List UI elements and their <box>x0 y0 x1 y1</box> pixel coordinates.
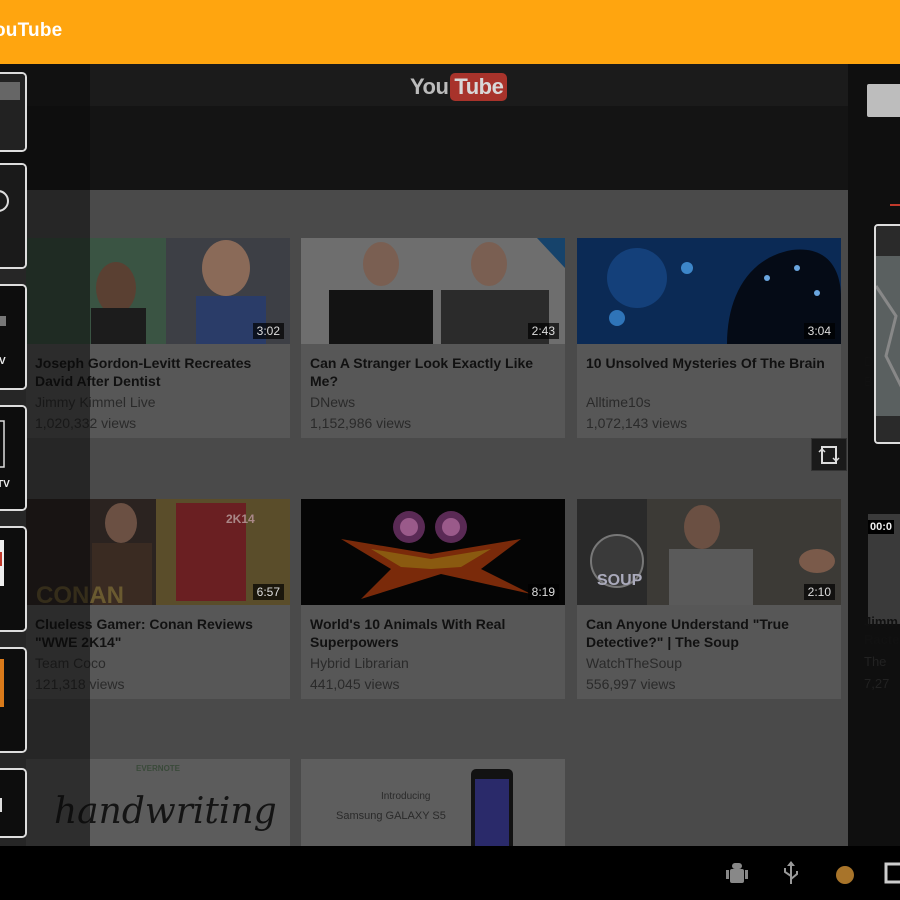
video-card[interactable]: Introducing Samsung GALAXY S5 <box>301 759 565 846</box>
notification-dot-icon[interactable] <box>834 862 856 888</box>
usb-icon <box>784 861 798 884</box>
video-title[interactable]: Can A Stranger Look Exactly Like Me? <box>310 354 556 390</box>
partial-text-5: The <box>864 654 887 669</box>
sidebar-item[interactable]: TV <box>0 405 27 511</box>
samsung-model-text: Samsung GALAXY S5 <box>336 810 446 822</box>
video-thumbnail[interactable]: 2:43 <box>301 238 565 344</box>
video-channel[interactable]: Hybrid Librarian <box>310 655 409 671</box>
sidebar-label-v: V <box>0 356 6 367</box>
right-panel: 00:0 D B Jimm Racte The 7,27 <box>848 64 900 846</box>
screenshot-icon[interactable] <box>882 860 900 886</box>
video-thumbnail[interactable]: SOUP 2:10 <box>577 499 841 605</box>
android-debug-icon <box>726 863 748 883</box>
sidebar-item[interactable] <box>0 647 27 753</box>
video-duration: 6:57 <box>252 584 284 600</box>
partial-video-thumbnail[interactable]: 00:0 <box>868 514 900 624</box>
app-switcher-sidebar: V TV <box>0 64 90 846</box>
video-title[interactable]: World's 10 Animals With Real Superpowers <box>310 615 556 651</box>
partial-text-4: Racte <box>864 632 900 647</box>
wwe-thumb-text: 2K14 <box>226 512 255 526</box>
search-button[interactable] <box>867 84 900 117</box>
video-card[interactable]: 8:19 World's 10 Animals With Real Superp… <box>301 499 565 699</box>
system-navigation-bar <box>0 846 900 900</box>
partial-duration: 00:0 <box>868 520 895 534</box>
partial-text-6: 7,27 <box>864 676 890 691</box>
video-title[interactable]: Can Anyone Understand "True Detective?" … <box>586 615 832 651</box>
sidebar-label-tv: TV <box>0 479 10 490</box>
partial-text-2: B <box>864 374 873 389</box>
video-duration: 3:02 <box>252 323 284 339</box>
evernote-brand: EVERNOTE <box>136 764 181 773</box>
rotate-screen-button[interactable] <box>811 438 847 471</box>
video-card[interactable]: 3:04 10 Unsolved Mysteries Of The Brain … <box>577 238 841 438</box>
sidebar-item[interactable] <box>0 768 27 838</box>
sidebar-item[interactable] <box>0 72 27 152</box>
video-channel[interactable]: WatchTheSoup <box>586 655 682 671</box>
sidebar-item[interactable] <box>0 163 27 269</box>
video-thumbnail[interactable]: 8:19 <box>301 499 565 605</box>
partial-text-3: Jimm <box>864 614 898 629</box>
video-thumbnail[interactable]: 3:04 <box>577 238 841 344</box>
app-title: ouTube <box>0 20 63 41</box>
active-indicator <box>890 204 900 206</box>
video-channel[interactable]: Alltime10s <box>586 394 651 410</box>
video-duration: 3:04 <box>803 323 835 339</box>
soup-thumb-text: SOUP <box>597 572 643 589</box>
video-duration: 8:19 <box>527 584 559 600</box>
youtube-app: You Tube 3:02 Joseph Gordon-Levitt Recre… <box>0 64 900 846</box>
video-duration: 2:43 <box>527 323 559 339</box>
sidebar-item[interactable]: V <box>0 284 27 390</box>
video-card[interactable]: SOUP 2:10 Can Anyone Understand "True De… <box>577 499 841 699</box>
video-views: 556,997 views <box>586 676 676 692</box>
youtube-header: You Tube <box>0 64 848 190</box>
video-views: 1,152,986 views <box>310 415 412 431</box>
video-feed[interactable]: 3:02 Joseph Gordon-Levitt Recreates Davi… <box>0 190 848 846</box>
app-title-bar: ouTube <box>0 0 900 64</box>
video-thumbnail[interactable]: Introducing Samsung GALAXY S5 <box>301 759 565 846</box>
video-duration: 2:10 <box>803 584 835 600</box>
video-channel[interactable]: DNews <box>310 394 355 410</box>
partial-text-1: D <box>864 354 874 369</box>
video-card[interactable]: 2:43 Can A Stranger Look Exactly Like Me… <box>301 238 565 438</box>
samsung-intro-text: Introducing <box>381 791 430 802</box>
video-title[interactable]: 10 Unsolved Mysteries Of The Brain <box>586 354 832 372</box>
sidebar-item[interactable] <box>0 526 27 632</box>
rotate-icon <box>818 445 840 464</box>
video-views: 1,072,143 views <box>586 415 688 431</box>
side-video-thumbnail[interactable] <box>874 224 900 444</box>
youtube-logo[interactable]: You Tube <box>410 73 508 101</box>
video-views: 441,045 views <box>310 676 400 692</box>
